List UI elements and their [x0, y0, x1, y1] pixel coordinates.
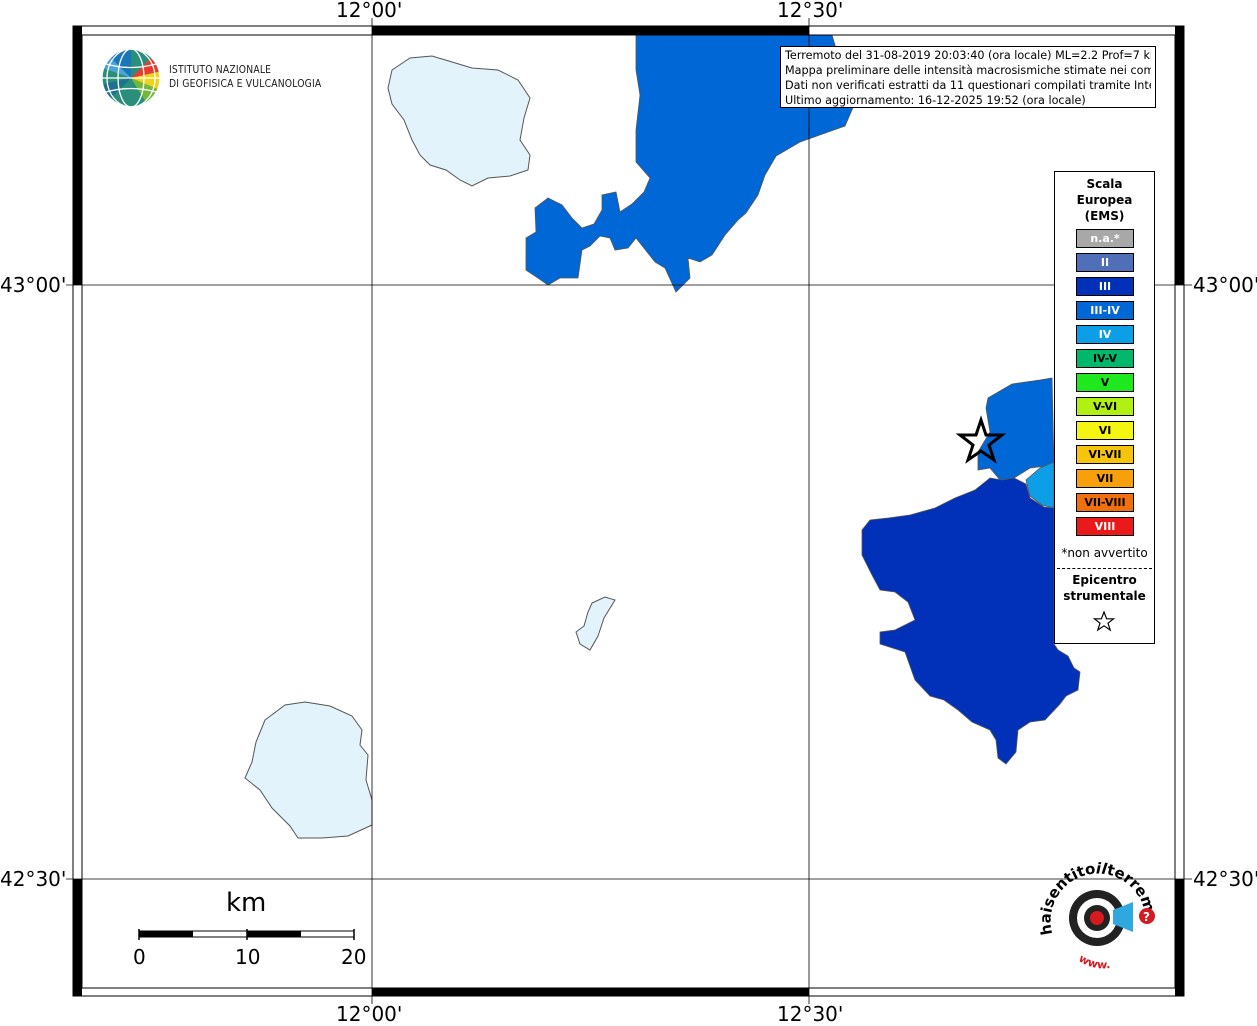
legend-separator — [1057, 568, 1152, 569]
tick-right-42-30: 42°30' — [1193, 867, 1257, 891]
legend-item: n.a.* — [1076, 229, 1134, 248]
lake-trasimeno — [387, 55, 531, 187]
tick-bottom-12-00: 12°00' — [336, 1002, 403, 1026]
tick-left-43-00: 43°00' — [0, 273, 67, 297]
ingv-logo-line1: ISTITUTO NAZIONALE — [169, 64, 272, 76]
svg-text:?: ? — [1143, 910, 1150, 924]
hai-sentito-logo-icon: haisentitoilterremoto.it www. ? — [1035, 858, 1159, 972]
tick-top-12-00: 12°00' — [336, 0, 403, 22]
legend-title: Scala Europea (EMS) — [1055, 176, 1154, 224]
event-info-line3: Dati non verificati estratti da 11 quest… — [785, 79, 1151, 92]
lake-corbara — [575, 596, 616, 651]
tick-right-43-00: 43°00' — [1193, 273, 1257, 297]
scale-bar-label-20: 20 — [341, 945, 367, 969]
legend-item: VII-VIII — [1076, 493, 1134, 512]
legend-title-line1: Scala — [1086, 177, 1123, 191]
legend-title-line3: (EMS) — [1084, 209, 1125, 223]
legend-item: V-VI — [1076, 397, 1134, 416]
tick-left-42-30: 42°30' — [0, 867, 67, 891]
legend-item: VII — [1076, 469, 1134, 488]
legend-epicenter-line1: Epicentro — [1072, 573, 1137, 587]
event-info-box: Terremoto del 31-08-2019 20:03:40 (ora l… — [780, 46, 1156, 108]
ems-legend: Scala Europea (EMS) n.a.* II III III-IV IV IV… — [1054, 171, 1155, 644]
legend-item: III-IV — [1076, 301, 1134, 320]
event-info-line2: Mappa preliminare delle intensità macros… — [785, 64, 1151, 77]
legend-item: II — [1076, 253, 1134, 272]
hai-sentito-www-text: www. — [1077, 952, 1111, 972]
scale-bar-unit: km — [226, 888, 267, 918]
legend-item: V — [1076, 373, 1134, 392]
legend-note: *non avvertito — [1061, 546, 1148, 560]
legend-item: IV — [1076, 325, 1134, 344]
tick-bottom-12-30: 12°30' — [777, 1002, 844, 1026]
lake-bolsena — [244, 701, 373, 839]
legend-epicenter-label: Epicentro strumentale — [1055, 572, 1154, 604]
scale-bar-label-0: 0 — [133, 945, 146, 969]
tick-top-12-30: 12°30' — [777, 0, 844, 22]
ingv-logo-text: ISTITUTO NAZIONALE DI GEOFISICA E VULCAN… — [169, 63, 321, 91]
legend-epicenter-line2: strumentale — [1063, 589, 1146, 603]
legend-star-icon — [1092, 610, 1116, 632]
legend-item: IV-V — [1076, 349, 1134, 368]
legend-item: VI-VII — [1076, 445, 1134, 464]
scale-bar — [138, 929, 355, 940]
intensity-area-iii-iv-east — [977, 377, 1055, 481]
ingv-logo-icon — [101, 48, 161, 108]
legend-item: VI — [1076, 421, 1134, 440]
scale-bar-label-10: 10 — [235, 945, 261, 969]
event-info-line1: Terremoto del 31-08-2019 20:03:40 (ora l… — [785, 49, 1151, 62]
intensity-area-iii — [861, 477, 1081, 765]
ingv-logo-line2: DI GEOFISICA E VULCANOLOGIA — [169, 78, 322, 90]
legend-item: VIII — [1076, 517, 1134, 536]
svg-text:www.: www. — [1077, 952, 1111, 972]
legend-item: III — [1076, 277, 1134, 296]
event-info-line4: Ultimo aggiornamento: 16-12-2025 19:52 (… — [785, 94, 1086, 107]
legend-title-line2: Europea — [1076, 193, 1133, 207]
